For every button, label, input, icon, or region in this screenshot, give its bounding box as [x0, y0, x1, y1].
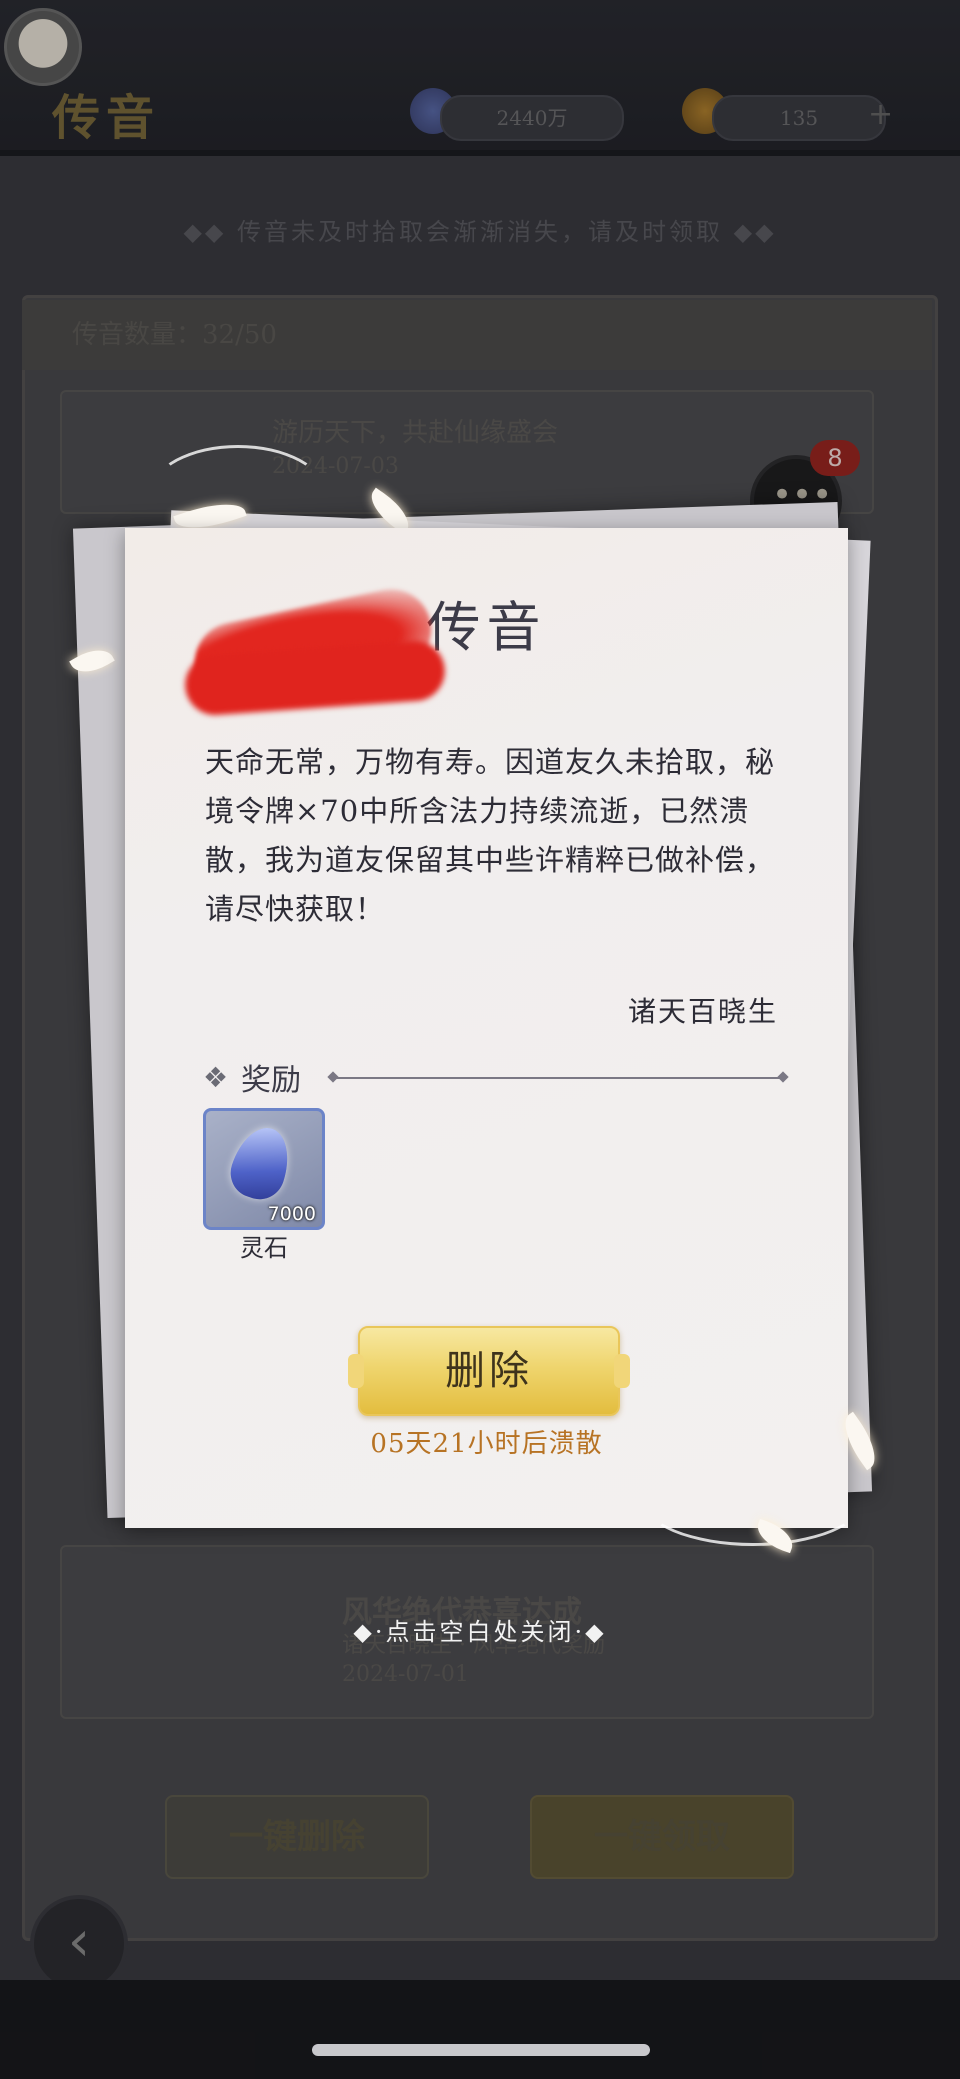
diamond-ornament-icon: ❖ — [203, 1061, 229, 1094]
reward-label: 奖励 — [241, 1063, 301, 1098]
letter-signature: 诸天百晓生 — [627, 995, 778, 1028]
letter-body: 天命无常，万物有寿。因道友久未拾取，秘境令牌×70中所含法力持续流逝，已然溃散，… — [205, 745, 776, 926]
decorative-swirl — [150, 445, 326, 541]
decorative-swirl — [640, 1450, 866, 1546]
home-indicator[interactable] — [312, 2044, 650, 2056]
reward-item[interactable]: 7000 — [203, 1108, 325, 1230]
delete-button[interactable]: 删除 — [348, 1326, 630, 1416]
divider — [333, 1077, 783, 1079]
close-hint[interactable]: ◆·点击空白处关闭·◆ — [0, 1612, 960, 1647]
reward-section-header: ❖ 奖励 — [203, 1053, 803, 1103]
reward-item-count: 7000 — [267, 1203, 316, 1225]
letter-card: 传音 天命无常，万物有寿。因道友久未拾取，秘境令牌×70中所含法力持续流逝，已然… — [125, 528, 848, 1528]
reward-item-name: 灵石 — [240, 1234, 288, 1262]
spirit-stone-icon — [224, 1120, 298, 1206]
